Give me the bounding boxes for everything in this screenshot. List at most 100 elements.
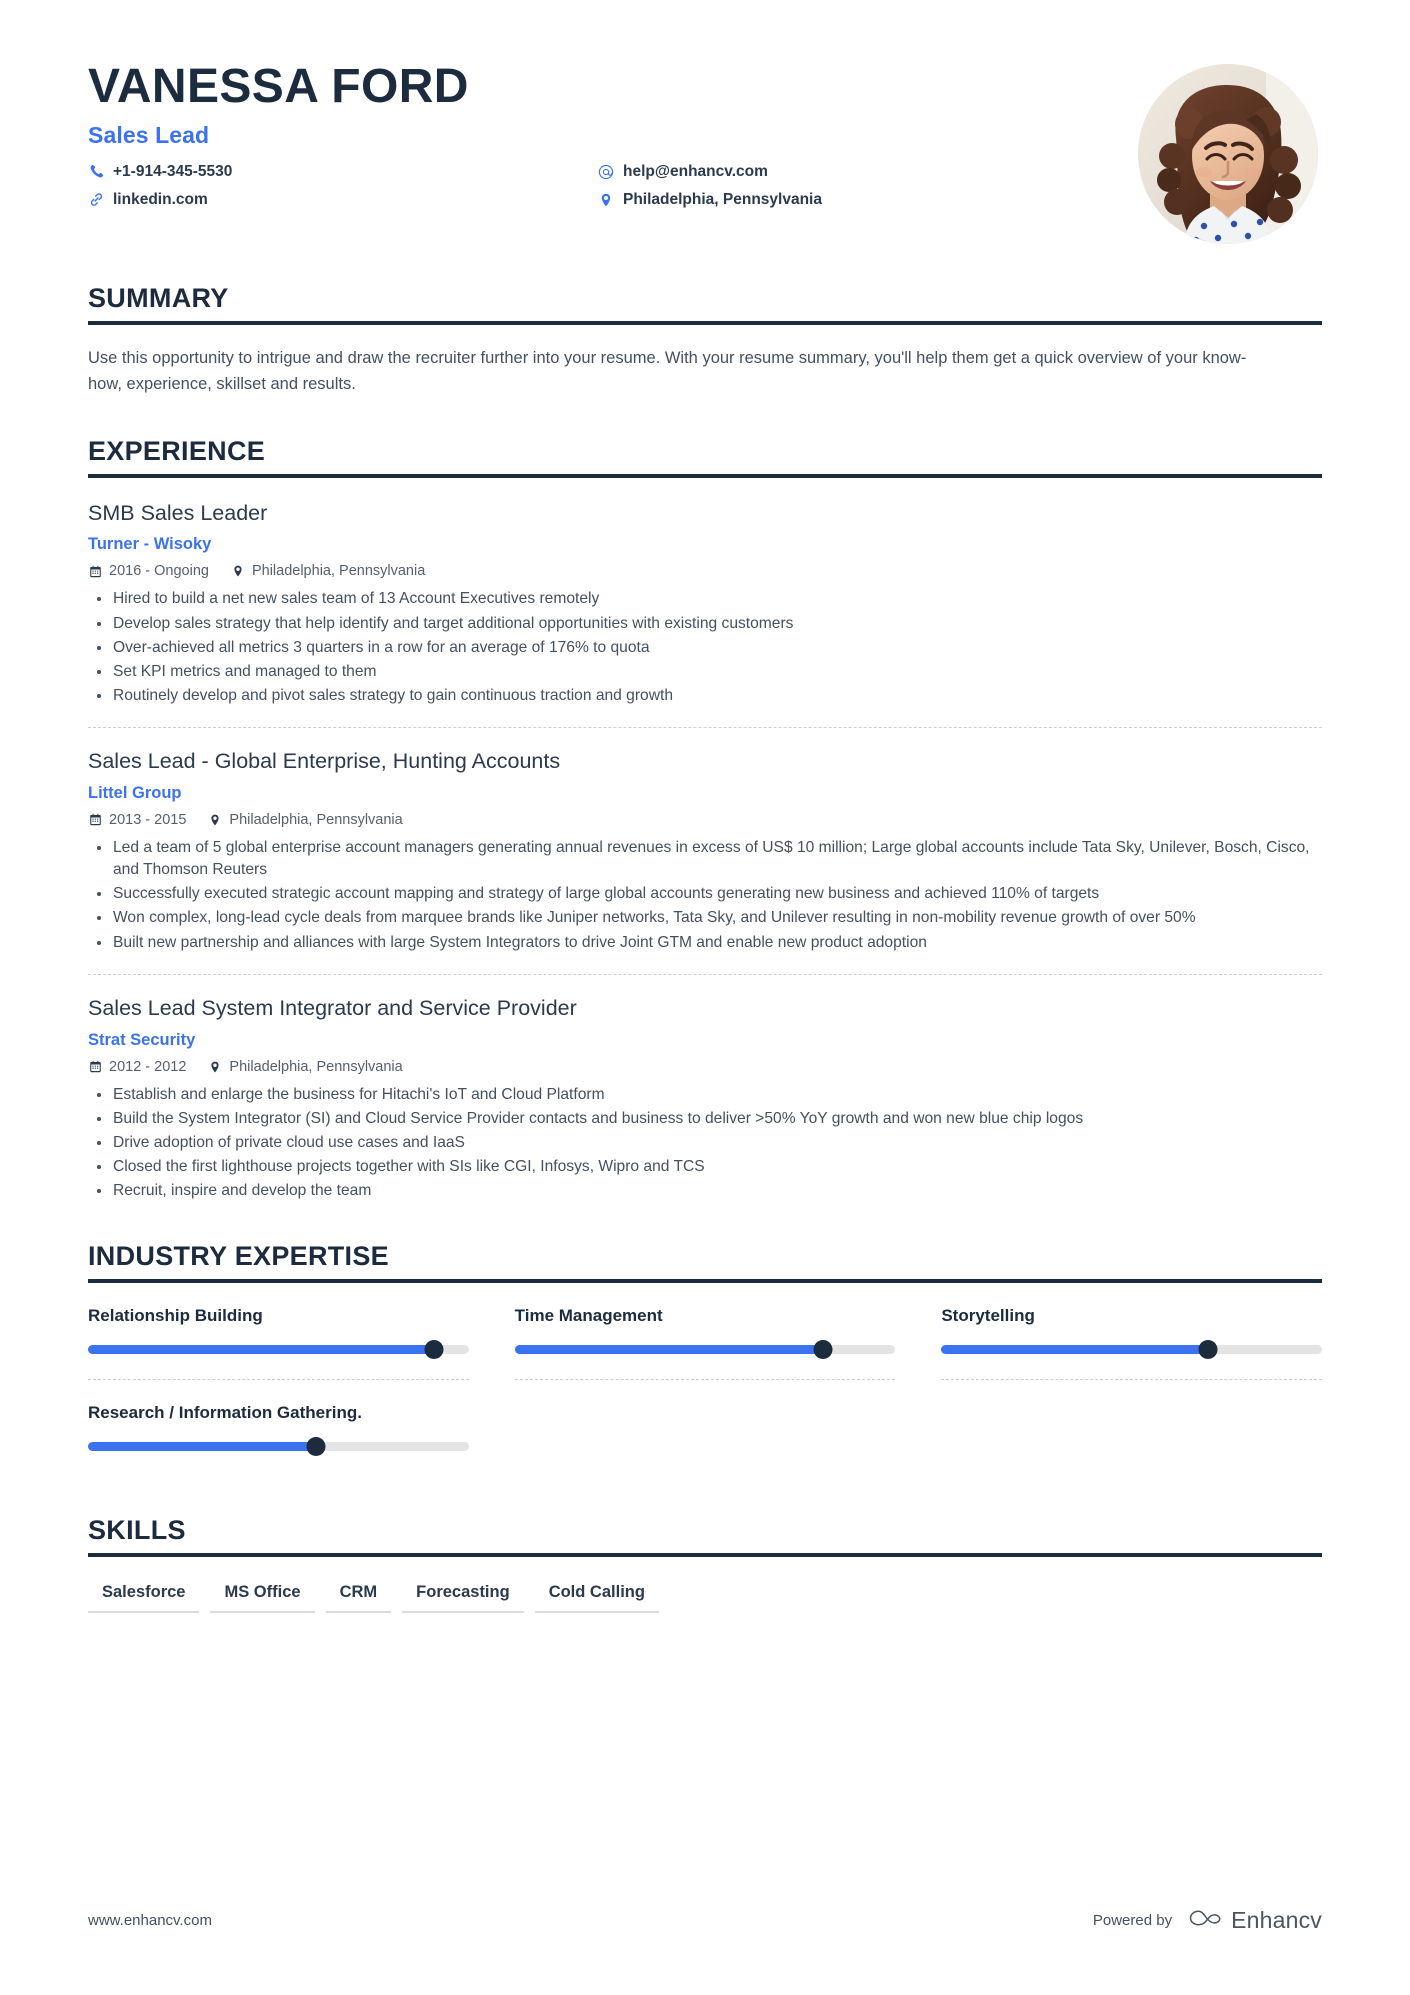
job-location-text: Philadelphia, Pennsylvania <box>251 563 426 580</box>
list-item: Led a team of 5 global enterprise accoun… <box>88 837 1322 881</box>
job-dates-text: 2012 - 2012 <box>109 1058 187 1075</box>
list-item: Successfully executed strategic account … <box>88 883 1322 905</box>
list-item: Built new partnership and alliances with… <box>88 932 1322 954</box>
job-company[interactable]: Littel Group <box>88 784 1322 803</box>
page-title: VANESSA FORD <box>88 60 469 113</box>
header-left: VANESSA FORD Sales Lead +1-914-345-5530 <box>88 60 1138 209</box>
experience-entry: Sales Lead System Integrator and Service… <box>88 975 1322 1203</box>
slider-knob[interactable] <box>1198 1340 1218 1360</box>
job-meta: 2016 - Ongoing Philadelphia, Pennsylvani… <box>88 563 1322 579</box>
expertise-slider[interactable] <box>88 1340 469 1360</box>
experience-entry: SMB Sales Leader Turner - Wisoky 2016 - … <box>88 478 1322 729</box>
contact-grid: +1-914-345-5530 help@enhancv.com linkedi… <box>88 163 1138 209</box>
contact-linkedin-text: linkedin.com <box>113 190 208 208</box>
list-item: Routinely develop and pivot sales strate… <box>88 685 1322 707</box>
section-experience: EXPERIENCE SMB Sales Leader Turner - Wis… <box>88 435 1322 1203</box>
powered-by-label: Powered by <box>1092 1912 1173 1929</box>
list-item: Closed the first lighthouse projects tog… <box>88 1156 1322 1178</box>
section-rule <box>88 1552 1322 1557</box>
section-industry-expertise: INDUSTRY EXPERTISE Relationship Building… <box>88 1242 1322 1476</box>
calendar-icon <box>88 564 102 578</box>
section-title-industry-expertise: INDUSTRY EXPERTISE <box>88 1241 389 1272</box>
section-summary: SUMMARY Use this opportunity to intrigue… <box>88 283 1322 397</box>
enhancv-logo-icon <box>1186 1906 1222 1935</box>
expertise-grid: Relationship Building Time Management St… <box>88 1305 1322 1476</box>
job-bullets: Led a team of 5 global enterprise accoun… <box>88 837 1322 954</box>
job-meta: 2012 - 2012 Philadelphia, Pennsylvania <box>88 1059 1322 1075</box>
list-item: Build the System Integrator (SI) and Clo… <box>88 1108 1322 1130</box>
expertise-label: Relationship Building <box>88 1305 263 1325</box>
slider-fill <box>88 1442 317 1452</box>
job-location-text: Philadelphia, Pennsylvania <box>229 1058 403 1075</box>
expertise-label: Storytelling <box>941 1305 1035 1325</box>
list-item: Develop sales strategy that help identif… <box>88 613 1322 635</box>
resume-page: VANESSA FORD Sales Lead +1-914-345-5530 <box>0 0 1410 1995</box>
section-title-experience: EXPERIENCE <box>88 435 266 466</box>
page-footer: www.enhancv.com Powered by Enhancv <box>88 1906 1322 1935</box>
job-company[interactable]: Turner - Wisoky <box>88 535 1322 554</box>
list-item: Won complex, long-lead cycle deals from … <box>88 907 1322 929</box>
expertise-slider[interactable] <box>941 1340 1322 1360</box>
section-title-skills: SKILLS <box>88 1514 186 1545</box>
contact-email-text: help@enhancv.com <box>623 162 768 180</box>
job-role: Sales Lead - Global Enterprise, Hunting … <box>88 749 561 774</box>
expertise-slider[interactable] <box>514 1340 896 1360</box>
list-item: Recruit, inspire and develop the team <box>88 1180 1322 1202</box>
expertise-label: Time Management <box>514 1305 663 1325</box>
slider-knob[interactable] <box>306 1437 326 1457</box>
section-rule <box>88 1278 1322 1283</box>
job-dates: 2013 - 2015 <box>88 812 186 828</box>
section-skills: SKILLS Salesforce MS Office CRM Forecast… <box>88 1514 1322 1613</box>
job-title-subtitle: Sales Lead <box>88 121 210 148</box>
contact-location-text: Philadelphia, Pennsylvania <box>623 190 822 208</box>
slider-fill <box>88 1345 435 1355</box>
list-item: Establish and enlarge the business for H… <box>88 1084 1322 1106</box>
job-dates: 2012 - 2012 <box>88 1059 186 1075</box>
slider-knob[interactable] <box>424 1340 444 1360</box>
job-location: Philadelphia, Pennsylvania <box>231 563 425 579</box>
slider-fill <box>514 1345 823 1355</box>
summary-text: Use this opportunity to intrigue and dra… <box>88 348 1247 393</box>
contact-phone[interactable]: +1-914-345-5530 <box>88 163 598 181</box>
skills-row: Salesforce MS Office CRM Forecasting Col… <box>88 1583 1322 1613</box>
expertise-item: Research / Information Gathering. <box>88 1402 469 1476</box>
footer-url[interactable]: www.enhancv.com <box>88 1912 212 1929</box>
expertise-item: Time Management <box>514 1305 896 1380</box>
contact-linkedin[interactable]: linkedin.com <box>88 191 598 209</box>
section-title-summary: SUMMARY <box>88 283 229 313</box>
experience-entry: Sales Lead - Global Enterprise, Hunting … <box>88 728 1322 975</box>
list-item: Drive adoption of private cloud use case… <box>88 1132 1322 1154</box>
resume-header: VANESSA FORD Sales Lead +1-914-345-5530 <box>88 0 1322 244</box>
link-icon <box>88 192 104 208</box>
location-pin-icon <box>208 813 222 827</box>
job-company[interactable]: Strat Security <box>88 1031 1322 1050</box>
expertise-item: Storytelling <box>941 1305 1322 1380</box>
brand-name: Enhancv <box>1231 1907 1322 1933</box>
phone-icon <box>88 164 104 180</box>
avatar <box>1138 64 1318 244</box>
contact-phone-text: +1-914-345-5530 <box>113 162 233 180</box>
skill-chip: Cold Calling <box>534 1583 659 1613</box>
skill-chip: CRM <box>325 1583 392 1613</box>
calendar-icon <box>88 1060 102 1074</box>
job-role: Sales Lead System Integrator and Service… <box>88 995 577 1020</box>
contact-email[interactable]: help@enhancv.com <box>598 163 1138 181</box>
job-bullets: Establish and enlarge the business for H… <box>88 1084 1322 1203</box>
expertise-slider[interactable] <box>88 1437 469 1457</box>
location-pin-icon <box>598 192 614 208</box>
skill-chip: Salesforce <box>88 1583 200 1613</box>
job-bullets: Hired to build a net new sales team of 1… <box>88 588 1322 707</box>
location-pin-icon <box>231 564 245 578</box>
contact-location: Philadelphia, Pennsylvania <box>598 191 1138 209</box>
job-dates: 2016 - Ongoing <box>88 563 209 579</box>
expertise-item: Relationship Building <box>88 1305 469 1380</box>
calendar-icon <box>88 813 102 827</box>
job-meta: 2013 - 2015 Philadelphia, Pennsylvania <box>88 812 1322 828</box>
slider-fill <box>941 1345 1208 1355</box>
section-rule <box>88 320 1322 325</box>
slider-knob[interactable] <box>813 1340 833 1360</box>
expertise-label: Research / Information Gathering. <box>88 1402 362 1422</box>
job-location: Philadelphia, Pennsylvania <box>208 812 403 828</box>
brand: Enhancv <box>1186 1906 1322 1935</box>
job-dates-text: 2016 - Ongoing <box>109 563 209 580</box>
